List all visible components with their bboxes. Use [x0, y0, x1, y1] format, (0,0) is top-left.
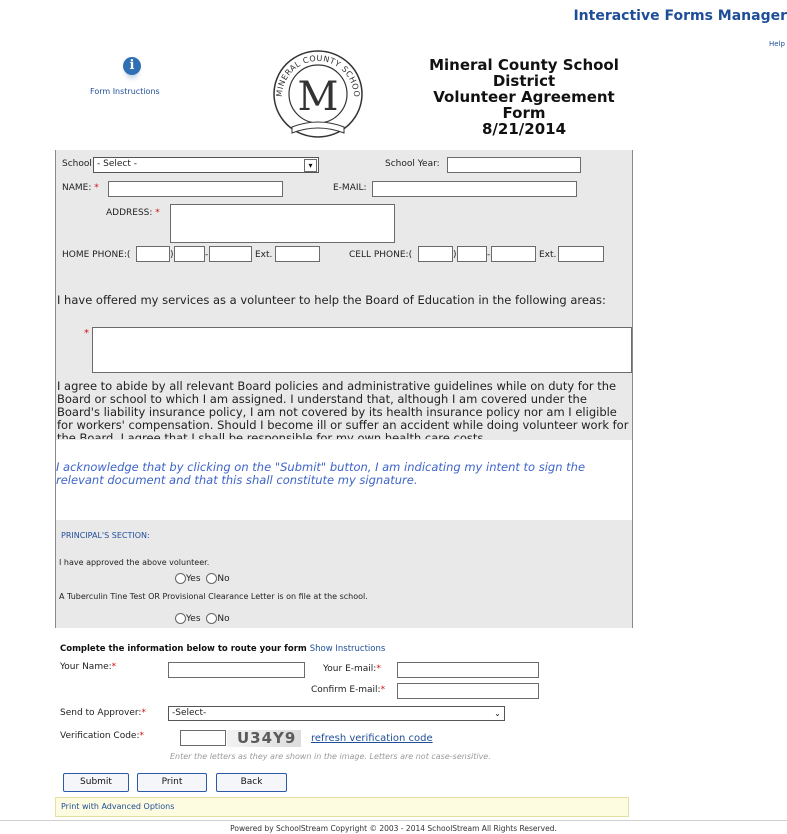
- address-textarea[interactable]: [170, 204, 395, 243]
- agreement-text: I agree to abide by all relevant Board p…: [57, 380, 629, 439]
- tb-radio-group: Yes No: [175, 613, 230, 624]
- school-select[interactable]: - Select - ▾: [93, 157, 319, 173]
- advanced-print-link[interactable]: Print with Advanced Options: [61, 802, 174, 811]
- services-text: I have offered my services as a voluntee…: [57, 293, 606, 307]
- captcha-image: U34Y9: [227, 729, 301, 747]
- address-label: ADDRESS: *: [106, 208, 160, 218]
- no-label: No: [217, 574, 230, 584]
- services-textarea[interactable]: [92, 327, 632, 373]
- your-email-input[interactable]: [397, 662, 539, 678]
- yes-label: Yes: [186, 614, 201, 624]
- cell-phone-ext-input[interactable]: [558, 246, 604, 262]
- dash: -: [487, 250, 491, 260]
- tb-text: A Tuberculin Tine Test OR Provisional Cl…: [59, 592, 368, 601]
- refresh-verification-link[interactable]: refresh verification code: [311, 733, 433, 744]
- cell-phone-line-input[interactable]: [491, 246, 536, 262]
- school-select-value: - Select -: [97, 159, 137, 169]
- email-input[interactable]: [372, 181, 577, 197]
- home-phone-ext-input[interactable]: [275, 246, 320, 262]
- show-instructions-link[interactable]: Show Instructions: [310, 644, 386, 654]
- logo-letter: M: [298, 74, 339, 120]
- app-title: Interactive Forms Manager: [573, 8, 787, 24]
- panel-border: [632, 150, 633, 628]
- no-label: No: [217, 614, 230, 624]
- agreement-scroll[interactable]: I agree to abide by all relevant Board p…: [57, 380, 631, 439]
- cell-phone-area-input[interactable]: [418, 246, 453, 262]
- form-date: 8/21/2014: [481, 120, 567, 138]
- name-input[interactable]: [108, 181, 283, 197]
- form-title: Mineral County School District Volunteer…: [418, 57, 630, 137]
- required-mark: *: [84, 328, 89, 339]
- home-phone-area-input[interactable]: [136, 246, 170, 262]
- tb-yes-radio[interactable]: [175, 613, 186, 624]
- approver-select[interactable]: -Select- ⌄: [168, 706, 505, 721]
- principal-heading: PRINCIPAL'S SECTION:: [61, 531, 150, 540]
- your-name-input[interactable]: [168, 662, 305, 678]
- panel-border: [55, 150, 56, 628]
- footer-divider: [0, 820, 787, 821]
- info-icon[interactable]: i: [123, 57, 141, 75]
- form-instructions-link[interactable]: Form Instructions: [90, 87, 160, 96]
- home-phone-prefix-input[interactable]: [174, 246, 205, 262]
- name-label: NAME: *: [62, 183, 99, 193]
- paren-close: ): [170, 250, 174, 260]
- chevron-down-icon: ⌄: [494, 709, 501, 718]
- home-phone-label: HOME PHONE:(: [62, 250, 131, 260]
- ext-label: Ext.: [255, 250, 273, 260]
- school-label: School:: [62, 159, 95, 169]
- captcha-text: U34Y9: [237, 729, 297, 747]
- confirm-email-input[interactable]: [397, 683, 539, 699]
- confirm-email-label: Confirm E-mail:*: [311, 685, 386, 695]
- approver-select-value: -Select-: [172, 708, 207, 718]
- back-button[interactable]: Back: [216, 773, 287, 792]
- help-link[interactable]: Help: [769, 40, 785, 48]
- your-name-label: Your Name:*: [60, 662, 117, 672]
- approved-no-radio[interactable]: [206, 573, 218, 584]
- footer-text: Powered by SchoolStream Copyright © 2003…: [230, 824, 557, 833]
- school-logo: MINERAL COUNTY SCHOOLS M: [268, 47, 363, 138]
- approved-text: I have approved the above volunteer.: [59, 558, 210, 567]
- submit-button[interactable]: Submit: [63, 773, 129, 792]
- title-line-4: Form: [502, 104, 546, 122]
- school-year-label: School Year:: [385, 159, 440, 169]
- dash: -: [205, 250, 209, 260]
- tb-no-radio[interactable]: [206, 613, 218, 624]
- send-to-label: Send to Approver:*: [60, 708, 146, 718]
- approved-yes-radio[interactable]: [175, 573, 186, 584]
- advanced-print-bar: Print with Advanced Options: [55, 797, 629, 817]
- school-year-input[interactable]: [447, 157, 581, 173]
- paren-close: ): [453, 250, 457, 260]
- title-line-1: Mineral County School: [429, 56, 619, 74]
- approved-radio-group: Yes No: [175, 573, 230, 584]
- title-line-3: Volunteer Agreement: [433, 88, 615, 106]
- verification-hint: Enter the letters as they are shown in t…: [170, 752, 491, 761]
- title-line-2: District: [492, 72, 556, 90]
- print-button[interactable]: Print: [137, 773, 207, 792]
- chevron-down-icon: ▾: [304, 159, 317, 172]
- cell-phone-prefix-input[interactable]: [457, 246, 487, 262]
- routing-heading: Complete the information below to route …: [60, 644, 386, 654]
- email-label: E-MAIL:: [333, 183, 367, 193]
- cell-phone-label: CELL PHONE:(: [349, 250, 413, 260]
- ext-label: Ext.: [539, 250, 557, 260]
- your-email-label: Your E-mail:*: [323, 664, 381, 674]
- acknowledge-text: I acknowledge that by clicking on the "S…: [56, 460, 586, 487]
- home-phone-line-input[interactable]: [209, 246, 252, 262]
- verification-input[interactable]: [180, 730, 226, 746]
- verification-label: Verification Code:*: [60, 731, 145, 741]
- yes-label: Yes: [186, 574, 201, 584]
